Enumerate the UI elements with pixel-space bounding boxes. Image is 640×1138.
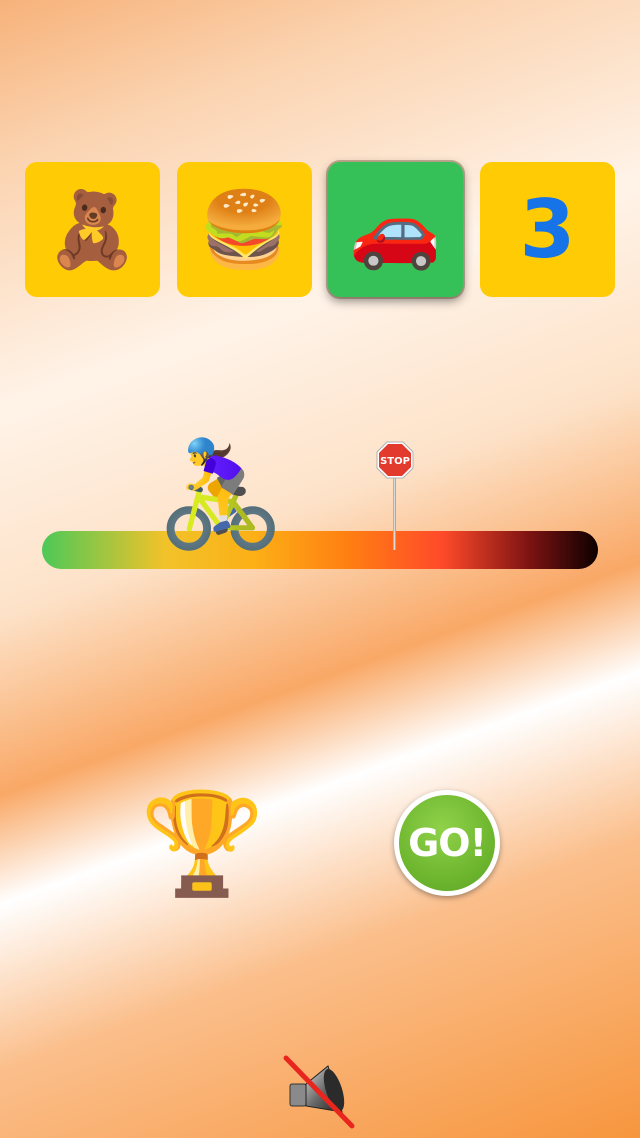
stop-sign-icon: STOP (376, 441, 414, 479)
tile-number-label: 3 (519, 182, 576, 276)
stop-sign-graphic: STOP (376, 441, 414, 479)
muted-speaker-icon[interactable] (280, 1054, 356, 1130)
car-icon: 🚗 (349, 186, 442, 273)
stop-sign-pole (393, 470, 396, 550)
go-button[interactable]: GO! (394, 790, 500, 896)
trophy-icon[interactable]: 🏆 (140, 786, 265, 902)
progress-track (42, 531, 598, 569)
tile-teddy-bear[interactable]: 🧸 (25, 162, 160, 297)
tile-hamburger[interactable]: 🍔 (177, 162, 312, 297)
tile-car[interactable]: 🚗 (328, 162, 463, 297)
go-button-face: GO! (399, 795, 495, 891)
hamburger-icon: 🍔 (198, 186, 291, 273)
woman-cyclist-icon: 🚴‍♀️ (156, 433, 286, 555)
sound-toggle-graphic (283, 1055, 355, 1129)
go-button-label: GO! (408, 821, 487, 865)
choice-tiles: 🧸 🍔 🚗 3 (25, 162, 615, 298)
tile-number[interactable]: 3 (480, 162, 615, 297)
teddy-bear-icon: 🧸 (46, 186, 139, 273)
stop-sign-label: STOP (380, 456, 410, 467)
